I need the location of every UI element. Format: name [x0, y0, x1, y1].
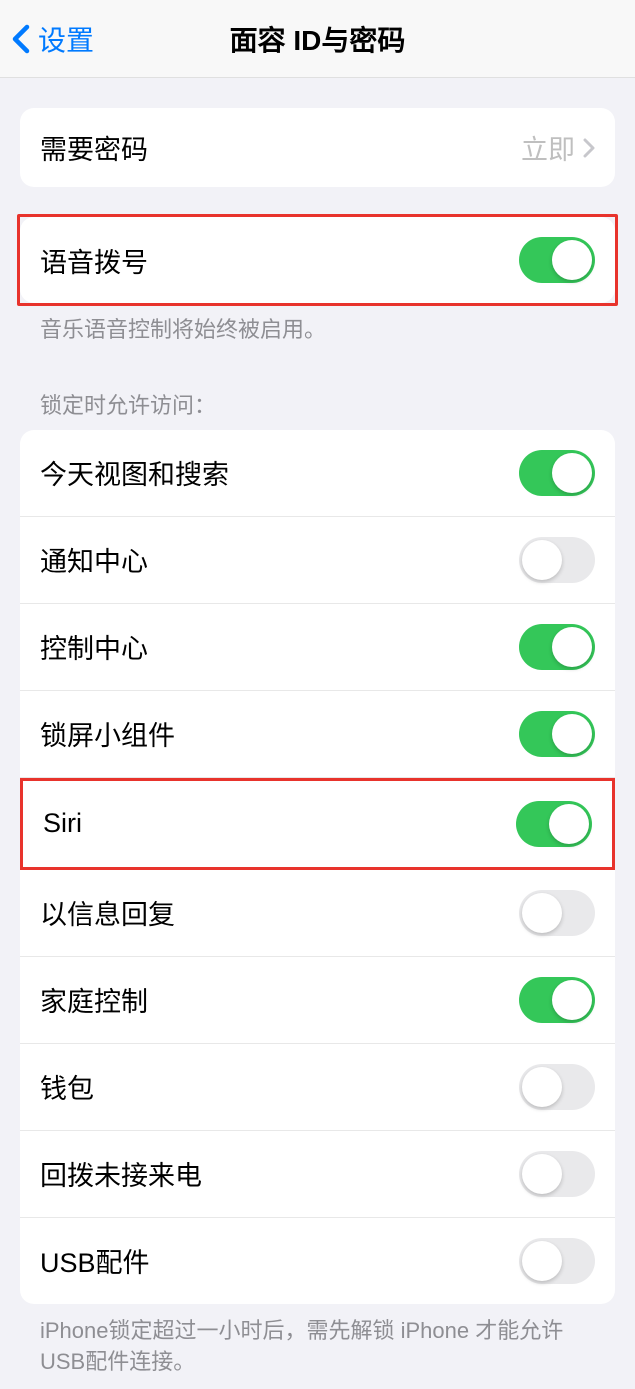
voice-dial-row: 语音拨号	[20, 217, 615, 303]
toggle-control-center[interactable]	[519, 624, 595, 670]
chevron-right-icon	[583, 138, 595, 158]
toggle-usb-accessories[interactable]	[519, 1238, 595, 1284]
toggle-knob	[552, 980, 592, 1020]
locked-access-label-return-missed: 回拨未接来电	[40, 1154, 202, 1193]
voice-dial-highlight: 语音拨号	[17, 214, 618, 306]
locked-access-label-home-control: 家庭控制	[40, 980, 148, 1019]
locked-access-row-control-center: 控制中心	[20, 604, 615, 691]
back-button[interactable]: 设置	[0, 19, 94, 59]
locked-access-row-siri: Siri	[23, 781, 612, 867]
toggle-knob	[522, 1067, 562, 1107]
toggle-knob	[522, 893, 562, 933]
locked-access-group: 今天视图和搜索通知中心控制中心锁屏小组件 Siri 以信息回复家庭控制钱包回拨未接来…	[20, 430, 615, 1304]
locked-access-row-lock-widgets: 锁屏小组件	[20, 691, 615, 778]
locked-access-row-usb-accessories: USB配件	[20, 1218, 615, 1304]
locked-access-row-reply-message: 以信息回复	[20, 870, 615, 957]
toggle-today-search[interactable]	[519, 450, 595, 496]
locked-access-label-siri: Siri	[43, 808, 82, 839]
voice-dial-label: 语音拨号	[40, 241, 148, 280]
require-passcode-row[interactable]: 需要密码 立即	[20, 108, 615, 187]
toggle-knob	[552, 714, 592, 754]
voice-dial-toggle[interactable]	[519, 237, 595, 283]
toggle-knob	[522, 1154, 562, 1194]
toggle-lock-widgets[interactable]	[519, 711, 595, 757]
voice-dial-footer: 音乐语音控制将始终被启用。	[20, 303, 615, 358]
locked-access-label-usb-accessories: USB配件	[40, 1241, 150, 1280]
locked-access-label-notification-center: 通知中心	[40, 540, 148, 579]
toggle-knob	[552, 627, 592, 667]
locked-access-footer: iPhone锁定超过一小时后，需先解锁 iPhone 才能允许USB配件连接。	[20, 1304, 615, 1389]
locked-access-label-today-search: 今天视图和搜索	[40, 453, 229, 492]
locked-access-row-wallet: 钱包	[20, 1044, 615, 1131]
toggle-return-missed[interactable]	[519, 1151, 595, 1197]
toggle-home-control[interactable]	[519, 977, 595, 1023]
page-title: 面容 ID与密码	[230, 19, 406, 59]
require-passcode-value-wrap: 立即	[521, 128, 595, 167]
locked-access-label-reply-message: 以信息回复	[40, 893, 175, 932]
toggle-reply-message[interactable]	[519, 890, 595, 936]
require-passcode-group: 需要密码 立即	[20, 108, 615, 187]
require-passcode-label: 需要密码	[40, 128, 148, 167]
toggle-knob	[552, 240, 592, 280]
toggle-knob	[522, 540, 562, 580]
toggle-knob	[549, 804, 589, 844]
toggle-siri[interactable]	[516, 801, 592, 847]
locked-access-label-control-center: 控制中心	[40, 627, 148, 666]
locked-access-row-today-search: 今天视图和搜索	[20, 430, 615, 517]
locked-access-row-home-control: 家庭控制	[20, 957, 615, 1044]
require-passcode-value: 立即	[521, 128, 575, 167]
toggle-knob	[522, 1241, 562, 1281]
toggle-notification-center[interactable]	[519, 537, 595, 583]
siri-highlight: Siri	[20, 778, 615, 870]
nav-header: 设置 面容 ID与密码	[0, 0, 635, 78]
locked-access-row-notification-center: 通知中心	[20, 517, 615, 604]
voice-dial-group: 语音拨号	[20, 217, 615, 303]
locked-access-label-lock-widgets: 锁屏小组件	[40, 714, 175, 753]
locked-access-header: 锁定时允许访问：	[20, 358, 615, 430]
toggle-wallet[interactable]	[519, 1064, 595, 1110]
back-label: 设置	[38, 19, 94, 59]
chevron-left-icon	[12, 24, 30, 54]
toggle-knob	[552, 453, 592, 493]
locked-access-row-return-missed: 回拨未接来电	[20, 1131, 615, 1218]
locked-access-label-wallet: 钱包	[40, 1067, 94, 1106]
